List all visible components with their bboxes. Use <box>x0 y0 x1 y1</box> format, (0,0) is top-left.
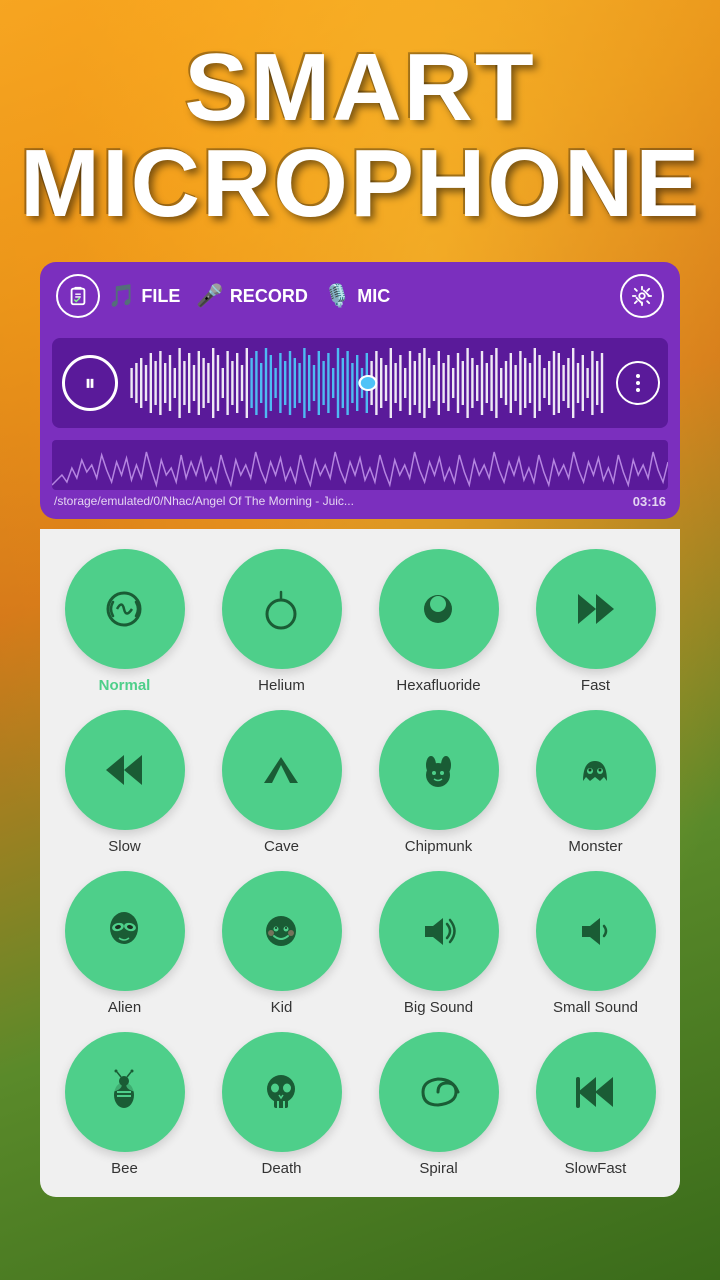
effect-circle-kid <box>222 871 342 991</box>
file-path: /storage/emulated/0/Nhac/Angel Of The Mo… <box>54 494 354 509</box>
effect-normal[interactable]: Normal <box>50 549 199 694</box>
more-button[interactable] <box>616 361 660 405</box>
effect-label-cave: Cave <box>264 838 299 855</box>
file-info-bar: /storage/emulated/0/Nhac/Angel Of The Mo… <box>40 490 680 519</box>
settings-button[interactable] <box>620 274 664 318</box>
effect-label-slow: Slow <box>108 838 141 855</box>
effect-monster[interactable]: Monster <box>521 710 670 855</box>
tab-record-label: RECORD <box>230 286 308 307</box>
effect-circle-slow <box>65 710 185 830</box>
effect-cave[interactable]: Cave <box>207 710 356 855</box>
effect-circle-normal <box>65 549 185 669</box>
tab-file-label: FILE <box>141 286 180 307</box>
effect-label-slowfast: SlowFast <box>565 1160 627 1177</box>
effect-circle-cave <box>222 710 342 830</box>
effect-hexafluoride[interactable]: Hexafluoride <box>364 549 513 694</box>
effect-circle-hexafluoride <box>379 549 499 669</box>
tab-mic-label: MIC <box>357 286 390 307</box>
clipboard-button[interactable] <box>56 274 100 318</box>
effect-label-bee: Bee <box>111 1160 138 1177</box>
app-title: SMART MICROPHONE <box>20 40 700 232</box>
tab-record[interactable]: 🎤 RECORD <box>196 283 307 309</box>
effect-big-sound[interactable]: Big Sound <box>364 871 513 1016</box>
effect-label-monster: Monster <box>568 838 622 855</box>
record-icon: 🎤 <box>196 283 223 309</box>
player-card: 🎵 FILE 🎤 RECORD 🎙️ MIC ⏸ <box>40 262 680 519</box>
effect-kid[interactable]: Kid <box>207 871 356 1016</box>
effect-circle-big-sound <box>379 871 499 991</box>
effect-label-fast: Fast <box>581 677 610 694</box>
effect-circle-alien <box>65 871 185 991</box>
effect-label-spiral: Spiral <box>419 1160 457 1177</box>
effect-circle-monster <box>536 710 656 830</box>
tab-mic[interactable]: 🎙️ MIC <box>324 283 390 309</box>
waveform-visual <box>128 343 608 423</box>
effect-circle-chipmunk <box>379 710 499 830</box>
effect-circle-helium <box>222 549 342 669</box>
effect-label-death: Death <box>261 1160 301 1177</box>
effect-label-helium: Helium <box>258 677 305 694</box>
title-section: SMART MICROPHONE <box>0 0 720 252</box>
effect-label-kid: Kid <box>271 999 293 1016</box>
effect-small-sound[interactable]: Small Sound <box>521 871 670 1016</box>
effect-chipmunk[interactable]: Chipmunk <box>364 710 513 855</box>
effect-alien[interactable]: Alien <box>50 871 199 1016</box>
effect-circle-death <box>222 1032 342 1152</box>
effect-label-small-sound: Small Sound <box>553 999 638 1016</box>
pause-button[interactable]: ⏸ <box>62 355 118 411</box>
effect-label-hexafluoride: Hexafluoride <box>396 677 480 694</box>
effect-circle-bee <box>65 1032 185 1152</box>
waveform-area: ⏸ <box>40 330 680 436</box>
effects-grid: Normal Helium Hexafluoride Fast Slow Cav… <box>40 529 680 1197</box>
spectrum-area <box>52 440 668 490</box>
effect-label-normal: Normal <box>99 677 151 694</box>
effect-circle-small-sound <box>536 871 656 991</box>
effect-label-chipmunk: Chipmunk <box>405 838 473 855</box>
effect-circle-spiral <box>379 1032 499 1152</box>
effect-bee[interactable]: Bee <box>50 1032 199 1177</box>
effect-slow[interactable]: Slow <box>50 710 199 855</box>
file-icon: 🎵 <box>108 283 135 309</box>
effect-death[interactable]: Death <box>207 1032 356 1177</box>
effect-circle-slowfast <box>536 1032 656 1152</box>
tab-file[interactable]: 🎵 FILE <box>108 283 180 309</box>
effect-circle-fast <box>536 549 656 669</box>
effect-fast[interactable]: Fast <box>521 549 670 694</box>
effect-helium[interactable]: Helium <box>207 549 356 694</box>
effect-spiral[interactable]: Spiral <box>364 1032 513 1177</box>
mic-icon: 🎙️ <box>324 283 351 309</box>
duration: 03:16 <box>633 494 666 509</box>
player-tabs: 🎵 FILE 🎤 RECORD 🎙️ MIC <box>40 262 680 330</box>
effect-label-alien: Alien <box>108 999 141 1016</box>
effect-label-big-sound: Big Sound <box>404 999 473 1016</box>
waveform-container[interactable]: ⏸ <box>52 338 668 428</box>
effect-slowfast[interactable]: SlowFast <box>521 1032 670 1177</box>
